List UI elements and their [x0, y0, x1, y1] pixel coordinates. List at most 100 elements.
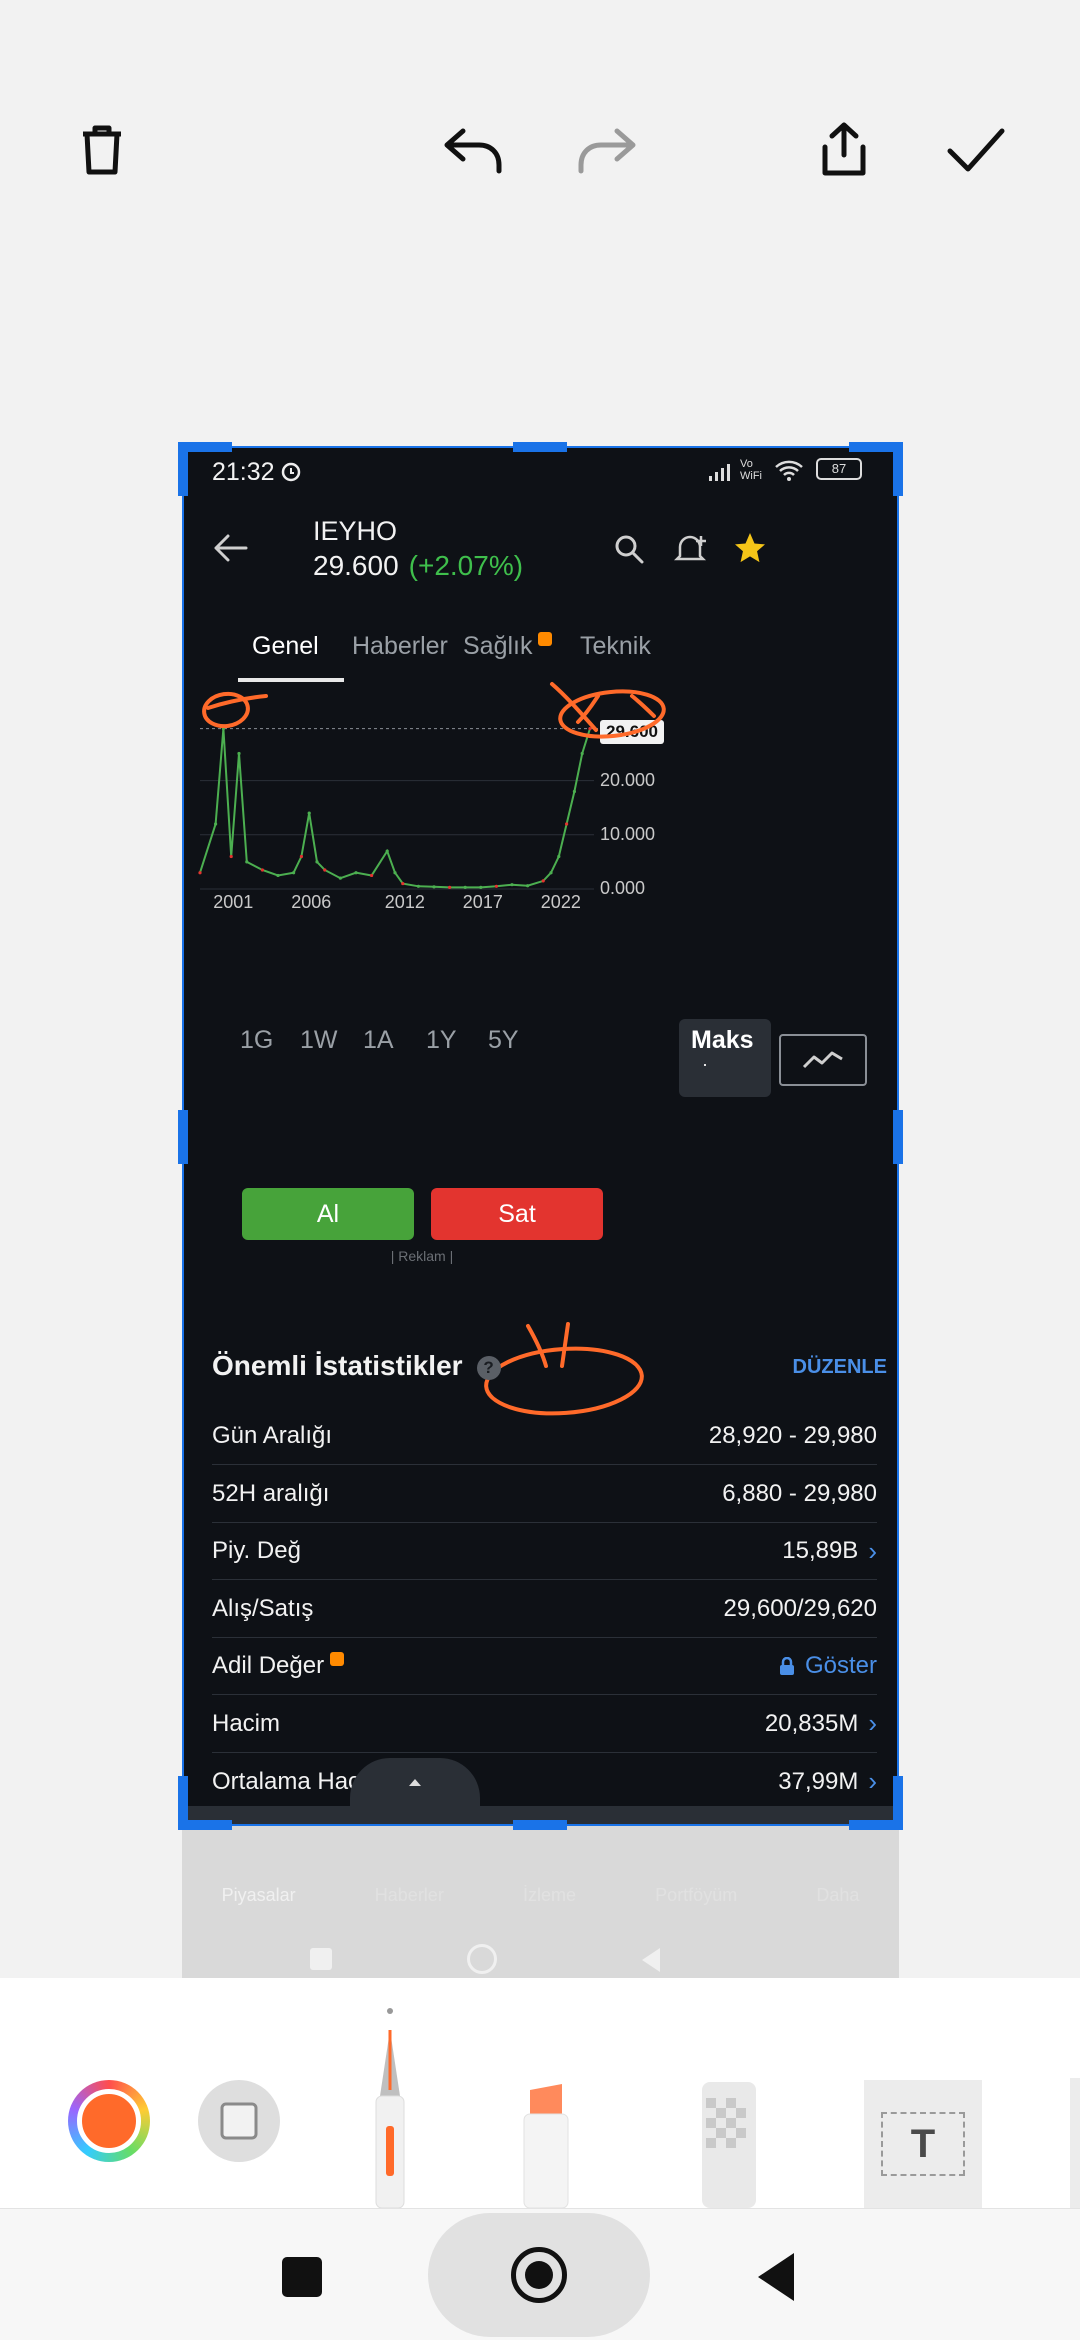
x-tick-label: 2012: [384, 892, 425, 912]
ad-label: | Reklam |: [390, 1248, 454, 1264]
crop-handle-top-mid[interactable]: [513, 442, 567, 452]
redo-icon[interactable]: [566, 110, 646, 190]
faded-home-button: [467, 1944, 497, 1974]
stat-value: 6,880 - 29,980: [722, 1480, 877, 1508]
range-1y[interactable]: 1Y: [426, 1026, 457, 1055]
y-tick-label: 10.000: [600, 823, 656, 844]
edit-stats-link[interactable]: DÜZENLE: [793, 1356, 887, 1379]
pen-icon: [375, 2030, 405, 2209]
stats-title-text: Önemli İstatistikler: [212, 1350, 463, 1381]
range-1g[interactable]: 1G: [240, 1026, 273, 1055]
confirm-check-icon[interactable]: [936, 110, 1016, 190]
stat-label-group: Adil Değer: [212, 1652, 345, 1680]
stat-value-text: 28,920 - 29,980: [708, 1422, 877, 1449]
share-icon[interactable]: [804, 110, 884, 190]
back-triangle-icon[interactable]: [758, 2253, 794, 2301]
pull-up-handle[interactable]: [350, 1758, 480, 1806]
stat-value-text: 6,880 - 29,980: [722, 1479, 877, 1507]
crop-handle-br-v[interactable]: [893, 1776, 903, 1830]
stat-row: Alış/Satış 29,600/29,620: [212, 1581, 877, 1638]
x-tick-label: 2001: [213, 892, 254, 912]
delete-icon[interactable]: [62, 110, 142, 190]
pen-tool[interactable]: [366, 2026, 414, 2209]
sell-button[interactable]: Sat: [431, 1188, 603, 1240]
nav-item-piyasalar: Piyasalar: [221, 1885, 296, 1905]
text-tool-box: T: [881, 2112, 965, 2176]
marker-tool[interactable]: [516, 2082, 576, 2209]
premium-icon: [330, 1652, 345, 1666]
selected-color-swatch: [77, 2089, 141, 2153]
range-5y[interactable]: 5Y: [488, 1026, 519, 1055]
x-tick-label: 2017: [462, 892, 503, 912]
x-tick-label: 2022: [540, 892, 581, 912]
cropped-out-area: Piyasalar Haberler İzleme Portföyüm Daha: [182, 1826, 899, 1978]
crop-handle-bl-v[interactable]: [178, 1776, 188, 1830]
stat-label: Hacim: [212, 1709, 281, 1737]
undo-icon[interactable]: [434, 110, 514, 190]
buy-button[interactable]: Al: [242, 1188, 414, 1240]
nav-item-haberler: Haberler: [374, 1885, 444, 1905]
crop-handle-right-mid[interactable]: [893, 1110, 903, 1164]
stat-row: Adil Değer Göster: [212, 1638, 877, 1695]
crop-handle-left-mid[interactable]: [178, 1110, 188, 1164]
faded-square-button: [310, 1948, 332, 1970]
chevron-right-icon: ›: [868, 1708, 877, 1738]
y-tick-label: 20.000: [600, 769, 656, 790]
text-tool-glyph: T: [910, 2121, 936, 2166]
crop-handle-tr-v[interactable]: [893, 442, 903, 496]
stat-row: 52H aralığı 6,880 - 29,980: [212, 1466, 877, 1523]
tool-selected-dot: [387, 2008, 393, 2014]
x-tick-label: 2006: [291, 892, 332, 912]
stats-title: Önemli İstatistikler?: [212, 1350, 501, 1382]
range-maks-dot: ·: [702, 1054, 708, 1074]
recents-button[interactable]: [282, 2257, 322, 2297]
stat-value-text: 15,89B: [782, 1537, 859, 1564]
lock-icon: [779, 1657, 794, 1675]
faded-back-button: [642, 1948, 660, 1972]
chart-style-toggle[interactable]: [779, 1034, 867, 1086]
stat-row: Gün Aralığı 28,920 - 29,980: [212, 1408, 877, 1465]
y-tick-label: 0.000: [600, 878, 646, 898]
stat-value: 37,99M ›: [778, 1766, 877, 1797]
home-icon: [511, 2247, 567, 2303]
stat-label: Piy. Değ: [212, 1537, 301, 1564]
square-shape-icon: [220, 2102, 258, 2140]
stat-value[interactable]: Göster: [779, 1652, 877, 1680]
stat-row[interactable]: Ortalama Hacim (3Ay) 37,99M ›: [212, 1753, 877, 1810]
system-nav-bar: [0, 2208, 1080, 2340]
chevron-right-icon: ›: [868, 1766, 877, 1796]
stat-row[interactable]: Hacim 20,835M ›: [212, 1696, 877, 1753]
stat-value-text: 20,835M: [764, 1709, 859, 1737]
nav-item-daha: Daha: [816, 1885, 860, 1905]
shape-tool-button[interactable]: [198, 2080, 280, 2162]
range-1w[interactable]: 1W: [300, 1026, 338, 1055]
chevron-up-icon: [409, 1779, 421, 1786]
range-maks[interactable]: Maks: [691, 1026, 754, 1055]
stat-label: 52H aralığı: [212, 1479, 330, 1507]
range-1a[interactable]: 1A: [363, 1026, 394, 1055]
mosaic-tool[interactable]: [692, 2078, 766, 2208]
drawing-tools-strip: T: [0, 1978, 1080, 2209]
color-picker-button[interactable]: [68, 2080, 150, 2162]
help-icon[interactable]: ?: [476, 1355, 501, 1380]
bottom-nav-faded: Piyasalar Haberler İzleme Portföyüm Daha: [182, 1826, 899, 1906]
line-chart-icon: [802, 1051, 843, 1069]
stat-value-text: Göster: [804, 1652, 877, 1679]
mosaic-icon: [702, 2082, 756, 2208]
crop-handle-bottom-mid[interactable]: [513, 1820, 567, 1830]
edited-screenshot: 21:32 Vo WiFi 87 IEYHO 29.600 (+2.07%) Ge…: [182, 446, 899, 1826]
nav-item-portfoy: Portföyüm: [655, 1885, 738, 1905]
more-tool-edge[interactable]: [1070, 2078, 1080, 2208]
crop-handle-tl-v[interactable]: [178, 442, 188, 496]
highlighter-icon: [523, 2084, 569, 2209]
stat-row[interactable]: Piy. Değ 15,89B ›: [212, 1523, 877, 1580]
stat-value: 28,920 - 29,980: [709, 1422, 877, 1450]
home-pill[interactable]: [428, 2213, 650, 2337]
chevron-right-icon: ›: [868, 1535, 877, 1566]
text-tool[interactable]: T: [864, 2080, 982, 2208]
stat-label: Adil Değer: [212, 1652, 325, 1679]
stat-value: 15,89B ›: [782, 1536, 877, 1567]
stat-value-text: 37,99M: [778, 1767, 859, 1795]
stat-label: Gün Aralığı: [212, 1422, 333, 1449]
nav-item-izleme: İzleme: [522, 1885, 576, 1905]
